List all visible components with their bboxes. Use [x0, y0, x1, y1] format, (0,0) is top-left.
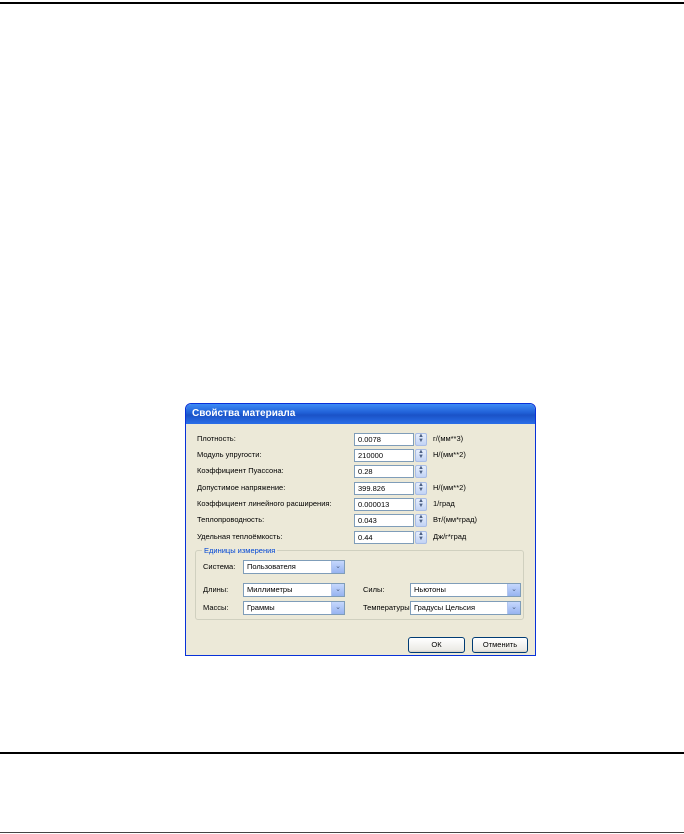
thermal-conductivity-label: Теплопроводность: — [197, 515, 265, 524]
system-label: Система: — [203, 562, 236, 571]
temperature-select[interactable]: Градусы Цельсия ⌄ — [410, 601, 521, 615]
ok-button[interactable]: ОК — [408, 637, 465, 653]
units-group-legend: Единицы измерения — [202, 545, 278, 556]
length-label: Длины: — [203, 585, 229, 594]
thermal-expansion-unit: 1/град — [433, 499, 455, 508]
allowable-stress-label: Допустимое напряжение: — [197, 483, 286, 492]
dialog-body: Плотность: 0.0078 ▲ ▼ г/(мм**3) Модуль уп… — [186, 424, 535, 655]
dialog-title: Свойства материала — [186, 404, 535, 424]
poisson-ratio-label: Коэффициент Пуассона: — [197, 466, 284, 475]
spin-updown-icon[interactable]: ▲ ▼ — [415, 498, 427, 511]
thermal-expansion-input[interactable]: 0.000013 ▲ ▼ — [354, 498, 427, 511]
mass-select[interactable]: Граммы ⌄ — [243, 601, 345, 615]
force-label: Силы: — [363, 585, 385, 594]
elastic-modulus-input[interactable]: 210000 ▲ ▼ — [354, 449, 427, 462]
chevron-down-icon[interactable]: ⌄ — [507, 602, 520, 614]
poisson-ratio-input[interactable]: 0.28 ▲ ▼ — [354, 465, 427, 478]
thermal-conductivity-unit: Вт/(мм*град) — [433, 515, 477, 524]
density-unit: г/(мм**3) — [433, 434, 464, 443]
allowable-stress-input[interactable]: 399.826 ▲ ▼ — [354, 482, 427, 495]
density-label: Плотность: — [197, 434, 236, 443]
temperature-label: Температуры: — [363, 603, 412, 612]
chevron-down-icon[interactable]: ⌄ — [331, 561, 344, 573]
spin-updown-icon[interactable]: ▲ ▼ — [415, 465, 427, 478]
mass-label: Массы: — [203, 603, 229, 612]
specific-heat-label: Удельная теплоёмкость: — [197, 532, 283, 541]
spin-updown-icon[interactable]: ▲ ▼ — [415, 449, 427, 462]
length-select[interactable]: Миллиметры ⌄ — [243, 583, 345, 597]
footer-rule — [0, 752, 684, 754]
specific-heat-unit: Дж/г*град — [433, 532, 467, 541]
elastic-modulus-unit: Н/(мм**2) — [433, 450, 466, 459]
chevron-down-icon[interactable]: ⌄ — [331, 584, 344, 596]
chevron-down-icon[interactable]: ⌄ — [331, 602, 344, 614]
spin-updown-icon[interactable]: ▲ ▼ — [415, 433, 427, 446]
units-group: Единицы измерения Система: Пользователя … — [195, 545, 524, 620]
cancel-button[interactable]: Отменить — [472, 637, 528, 653]
top-page-rule — [0, 2, 684, 4]
thermal-expansion-label: Коэффициент линейного расширения: — [197, 499, 332, 508]
spin-updown-icon[interactable]: ▲ ▼ — [415, 514, 427, 527]
spin-updown-icon[interactable]: ▲ ▼ — [415, 531, 427, 544]
allowable-stress-unit: Н/(мм**2) — [433, 483, 466, 492]
chevron-down-icon[interactable]: ⌄ — [507, 584, 520, 596]
spin-updown-icon[interactable]: ▲ ▼ — [415, 482, 427, 495]
thermal-conductivity-input[interactable]: 0.043 ▲ ▼ — [354, 514, 427, 527]
specific-heat-input[interactable]: 0.44 ▲ ▼ — [354, 531, 427, 544]
material-properties-dialog: Свойства материала Плотность: 0.0078 ▲ ▼ … — [185, 403, 536, 656]
system-select[interactable]: Пользователя ⌄ — [243, 560, 345, 574]
elastic-modulus-label: Модуль упругости: — [197, 450, 262, 459]
bottom-rule — [0, 832, 684, 833]
density-input[interactable]: 0.0078 ▲ ▼ — [354, 433, 427, 446]
force-select[interactable]: Ньютоны ⌄ — [410, 583, 521, 597]
